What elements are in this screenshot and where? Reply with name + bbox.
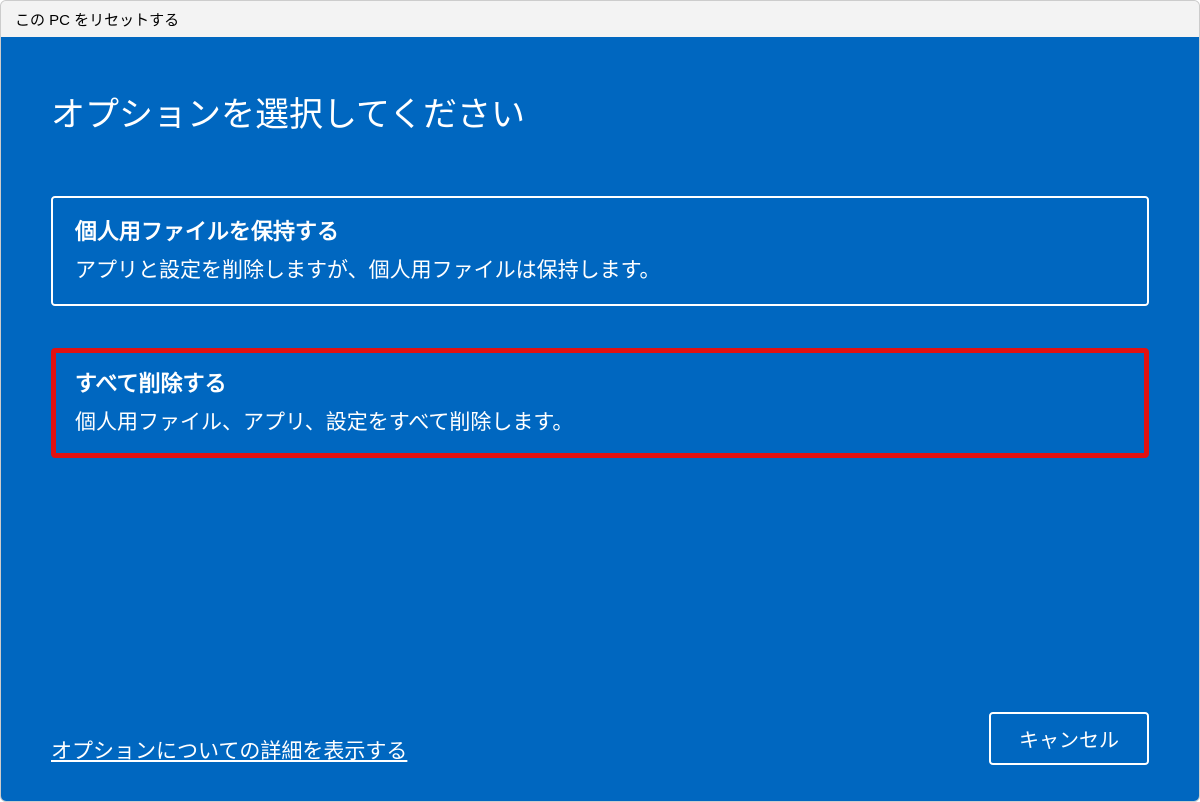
dialog-heading: オプションを選択してください [51, 87, 1149, 136]
options-list: 個人用ファイルを保持する アプリと設定を削除しますが、個人用ファイルは保持します… [51, 196, 1149, 458]
more-options-link[interactable]: オプションについての詳細を表示する [51, 735, 407, 765]
option-remove-everything-title: すべて削除する [75, 366, 1125, 398]
option-keep-files-title: 個人用ファイルを保持する [75, 214, 1125, 246]
option-keep-files-description: アプリと設定を削除しますが、個人用ファイルは保持します。 [75, 254, 1125, 284]
option-keep-files[interactable]: 個人用ファイルを保持する アプリと設定を削除しますが、個人用ファイルは保持します… [51, 196, 1149, 306]
option-remove-everything[interactable]: すべて削除する 個人用ファイル、アプリ、設定をすべて削除します。 [51, 348, 1149, 458]
titlebar: この PC をリセットする [1, 1, 1199, 37]
dialog-footer: オプションについての詳細を表示する キャンセル [51, 712, 1149, 771]
cancel-button[interactable]: キャンセル [989, 712, 1149, 765]
option-remove-everything-description: 個人用ファイル、アプリ、設定をすべて削除します。 [75, 406, 1125, 436]
window-title: この PC をリセットする [15, 9, 179, 30]
reset-pc-dialog: この PC をリセットする オプションを選択してください 個人用ファイルを保持す… [0, 0, 1200, 802]
dialog-content: オプションを選択してください 個人用ファイルを保持する アプリと設定を削除します… [1, 37, 1199, 801]
